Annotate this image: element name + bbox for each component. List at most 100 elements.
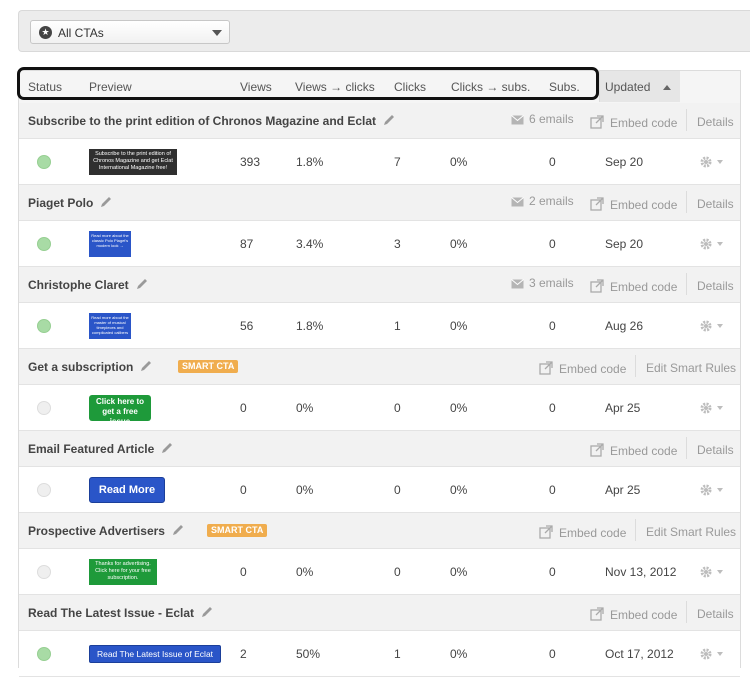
gear-icon[interactable]	[699, 155, 727, 174]
views-clicks-value: 1.8%	[296, 319, 324, 333]
cta-name-text[interactable]: Christophe Claret	[28, 278, 129, 292]
details-link[interactable]: Details	[697, 607, 734, 621]
cta-preview-thumbnail[interactable]: Click here to get a free issue	[89, 395, 151, 421]
clicks-value: 1	[394, 319, 401, 333]
cta-group-row: Christophe Claret 3 emails Embed code Detai…	[19, 267, 740, 303]
clicks-subs-value: 0%	[450, 155, 468, 169]
embed-code-link[interactable]: Embed code	[539, 361, 626, 376]
pencil-icon[interactable]	[139, 359, 153, 373]
status-indicator	[37, 401, 51, 415]
embed-code-link[interactable]: Embed code	[590, 115, 677, 130]
pencil-icon[interactable]	[171, 523, 185, 537]
action-separator	[686, 191, 687, 213]
cta-preview-thumbnail[interactable]: Thanks for advertising. Click here for y…	[89, 559, 157, 585]
cta-preview-thumbnail[interactable]: Subscribe to the print edition of Chrono…	[89, 149, 177, 175]
details-link[interactable]: Details	[697, 443, 734, 457]
cta-name[interactable]: Read The Latest Issue - Eclat	[28, 605, 214, 620]
embed-code-link[interactable]: Embed code	[590, 443, 677, 458]
cta-name[interactable]: Email Featured Article	[28, 441, 174, 456]
column-header-updated[interactable]: Updated	[599, 71, 680, 102]
embed-code-label: Embed code	[610, 608, 678, 622]
column-header-status[interactable]: Status	[28, 80, 62, 94]
views-clicks-value: 50%	[296, 647, 321, 661]
cta-group-row: Read The Latest Issue - Eclat Embed code D…	[19, 595, 740, 631]
details-link[interactable]: Details	[697, 279, 734, 293]
clicks-subs-value: 0%	[450, 401, 468, 415]
embed-code-link[interactable]: Embed code	[539, 525, 626, 540]
gear-icon[interactable]	[699, 319, 727, 338]
views-value: 0	[240, 565, 247, 579]
embed-code-link[interactable]: Embed code	[590, 279, 677, 294]
cta-name-text[interactable]: Prospective Advertisers	[28, 524, 165, 538]
table-row: Subscribe to the print edition of Chrono…	[19, 139, 740, 185]
updated-value: Apr 25	[605, 401, 641, 415]
embed-code-link[interactable]: Embed code	[590, 607, 677, 622]
cta-name-text[interactable]: Get a subscription	[28, 360, 133, 374]
pencil-icon[interactable]	[382, 113, 396, 127]
column-header-views[interactable]: Views	[240, 80, 272, 94]
column-header-subs[interactable]: Subs.	[549, 80, 580, 94]
table-row: Read The Latest Issue of Eclat 2 50% 1 0% 0 Oc…	[19, 631, 740, 677]
gear-icon[interactable]	[699, 565, 727, 584]
pencil-icon[interactable]	[135, 277, 149, 291]
cta-name[interactable]: Subscribe to the print edition of Chrono…	[28, 113, 396, 128]
smart-cta-badge: SMART CTA	[178, 360, 239, 373]
edit-smart-rules-link[interactable]: Edit Smart Rules	[646, 525, 736, 539]
column-header-clicks-subs[interactable]: Clicks → subs.	[451, 80, 530, 94]
cta-preview-thumbnail[interactable]: Read more about the master of musical ti…	[89, 313, 131, 339]
pencil-icon[interactable]	[200, 605, 214, 619]
clicks-value: 0	[394, 483, 401, 497]
action-separator	[686, 273, 687, 295]
status-indicator	[37, 237, 51, 251]
cta-preview-text: Thanks for advertising. Click here for y…	[95, 561, 151, 581]
cta-group-row: Prospective Advertisers SMART CTA Embed co…	[19, 513, 740, 549]
status-indicator	[37, 155, 51, 169]
cta-group-row: Email Featured Article Embed code Details	[19, 431, 740, 467]
views-clicks-value: 0%	[296, 565, 314, 579]
column-header-preview[interactable]: Preview	[89, 80, 132, 94]
cta-preview-text: Read More	[98, 484, 156, 496]
gear-icon[interactable]	[699, 401, 727, 420]
email-count-text: 6 emails	[529, 112, 574, 126]
column-header-views-clicks[interactable]: Views → clicks	[295, 80, 375, 94]
cta-preview-thumbnail[interactable]: Read more about the classic Polo Piaget'…	[89, 231, 131, 257]
views-value: 0	[240, 401, 247, 415]
details-link[interactable]: Details	[697, 197, 734, 211]
cta-name-text[interactable]: Piaget Polo	[28, 196, 93, 210]
table-row: Read more about the master of musical ti…	[19, 303, 740, 349]
cta-name[interactable]: Piaget Polo	[28, 195, 113, 210]
cta-name-text[interactable]: Subscribe to the print edition of Chrono…	[28, 114, 376, 128]
pencil-icon[interactable]	[160, 441, 174, 455]
cta-group-row: Get a subscription SMART CTA Embed code Edi…	[19, 349, 740, 385]
clicks-subs-value: 0%	[450, 319, 468, 333]
cta-name-text[interactable]: Email Featured Article	[28, 442, 154, 456]
cta-filter-select[interactable]: ★ All CTAs	[30, 20, 230, 44]
embed-code-link[interactable]: Embed code	[590, 197, 677, 212]
views-clicks-value: 0%	[296, 483, 314, 497]
external-link-icon	[590, 197, 610, 212]
cta-preview-thumbnail[interactable]: Read More	[89, 477, 165, 503]
updated-value: Apr 25	[605, 483, 641, 497]
cta-name[interactable]: Christophe Claret	[28, 277, 149, 292]
status-indicator	[37, 483, 51, 497]
gear-icon[interactable]	[699, 647, 727, 666]
gear-icon[interactable]	[699, 483, 727, 502]
cta-name-text[interactable]: Read The Latest Issue - Eclat	[28, 606, 194, 620]
details-link[interactable]: Details	[697, 115, 734, 129]
envelope-icon	[511, 194, 529, 208]
views-value: 87	[240, 237, 254, 251]
status-indicator	[37, 647, 51, 661]
edit-smart-rules-link[interactable]: Edit Smart Rules	[646, 361, 736, 375]
column-header-clicks[interactable]: Clicks	[394, 80, 426, 94]
external-link-icon	[590, 443, 610, 458]
status-indicator	[37, 565, 51, 579]
pencil-icon[interactable]	[99, 195, 113, 209]
external-link-icon	[539, 525, 559, 540]
cta-preview-thumbnail[interactable]: Read The Latest Issue of Eclat	[89, 645, 221, 663]
cta-preview-text: Read The Latest Issue of Eclat	[96, 649, 214, 659]
external-link-icon	[590, 115, 610, 130]
cta-name[interactable]: Prospective Advertisers	[28, 523, 185, 538]
cta-name[interactable]: Get a subscription	[28, 359, 153, 374]
gear-icon[interactable]	[699, 237, 727, 256]
action-separator	[686, 601, 687, 623]
